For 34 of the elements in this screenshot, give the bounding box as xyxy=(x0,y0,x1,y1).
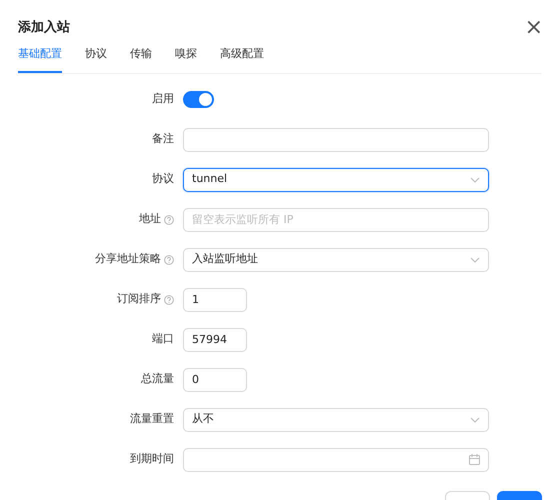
select-field[interactable]: 从不 xyxy=(183,408,489,432)
tab[interactable]: 高级配置 xyxy=(220,46,264,72)
input-field[interactable]: 57994 xyxy=(183,328,247,352)
tab[interactable]: 基础配置 xyxy=(18,46,62,72)
field-label: 流量重置 xyxy=(130,411,174,428)
toggle-switch[interactable] xyxy=(183,91,214,108)
close-button[interactable]: × xyxy=(524,16,543,38)
help-icon[interactable] xyxy=(164,294,174,304)
dialog-title: 添加入站 xyxy=(18,18,70,37)
field-label: 协议 xyxy=(152,171,174,188)
input-field[interactable]: 0 xyxy=(183,368,247,392)
tab[interactable]: 嗅探 xyxy=(175,46,197,72)
calendar-icon xyxy=(469,454,480,465)
tab[interactable]: 协议 xyxy=(85,46,107,72)
tab[interactable]: 传输 xyxy=(130,46,152,72)
field-label: 总流量 xyxy=(141,371,174,388)
chevron-down-icon xyxy=(470,176,480,182)
input-field[interactable] xyxy=(183,128,489,152)
field-label: 订阅排序 xyxy=(117,291,161,308)
field-label: 地址 xyxy=(139,211,161,228)
date-field[interactable] xyxy=(183,448,489,472)
chevron-down-icon xyxy=(470,416,480,422)
field-label: 启用 xyxy=(152,91,174,108)
help-icon[interactable] xyxy=(164,214,174,224)
field-label: 端口 xyxy=(152,331,174,348)
field-label: 备注 xyxy=(152,131,174,148)
select-field[interactable]: tunnel xyxy=(183,168,489,192)
chevron-down-icon xyxy=(470,256,480,262)
field-label: 分享地址策略 xyxy=(95,251,161,268)
input-field[interactable]: 1 xyxy=(183,288,247,312)
help-icon[interactable] xyxy=(164,254,174,264)
select-field[interactable]: 入站监听地址 xyxy=(183,248,489,272)
input-field[interactable]: 留空表示监听所有 IP xyxy=(183,208,489,232)
field-label: 到期时间 xyxy=(130,451,174,468)
